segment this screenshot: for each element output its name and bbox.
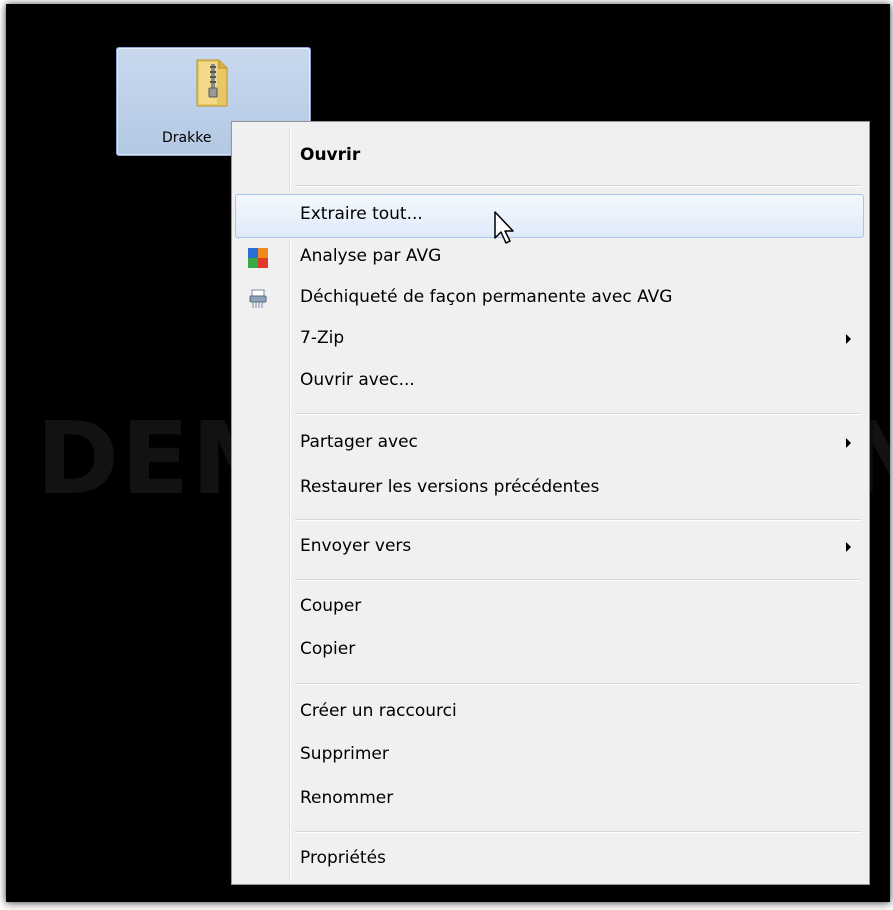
menu-item-extract-all[interactable]: Extraire tout... bbox=[235, 194, 864, 238]
submenu-arrow-icon bbox=[846, 334, 851, 344]
avg-icon bbox=[248, 248, 268, 268]
menu-item-label: Supprimer bbox=[300, 744, 389, 764]
shredder-icon bbox=[249, 289, 267, 308]
menu-separator bbox=[295, 413, 861, 415]
desktop: DEMO VERSION Drakke Ouvrir Extraire tout… bbox=[6, 4, 890, 902]
menu-separator bbox=[295, 831, 861, 833]
menu-item-label: Analyse par AVG bbox=[300, 246, 442, 266]
context-menu: Ouvrir Extraire tout... Analyse par AVG bbox=[231, 121, 870, 885]
menu-item-rename[interactable]: Renommer bbox=[235, 782, 864, 818]
menu-item-label: Ouvrir avec... bbox=[300, 370, 415, 390]
menu-item-avg-shred[interactable]: Déchiqueté de façon permanente avec AVG bbox=[235, 281, 864, 317]
menu-item-label: 7-Zip bbox=[300, 328, 345, 348]
menu-item-open-with[interactable]: Ouvrir avec... bbox=[235, 364, 864, 400]
menu-item-label: Couper bbox=[300, 596, 362, 616]
menu-item-label: Renommer bbox=[300, 788, 394, 808]
mouse-pointer-icon bbox=[494, 211, 514, 244]
zip-folder-icon bbox=[196, 59, 228, 107]
menu-item-label: Propriétés bbox=[300, 848, 386, 868]
menu-separator bbox=[295, 683, 861, 685]
menu-item-label: Partager avec bbox=[300, 432, 418, 452]
submenu-arrow-icon bbox=[846, 438, 851, 448]
menu-item-cut[interactable]: Couper bbox=[235, 590, 864, 626]
menu-item-restore-versions[interactable]: Restaurer les versions précédentes bbox=[235, 471, 864, 507]
menu-item-label: Restaurer les versions précédentes bbox=[300, 477, 600, 497]
menu-item-label: Créer un raccourci bbox=[300, 701, 457, 721]
menu-item-label: Ouvrir bbox=[300, 145, 361, 165]
menu-item-send-to[interactable]: Envoyer vers bbox=[235, 530, 864, 566]
menu-item-label: Envoyer vers bbox=[300, 536, 412, 556]
menu-separator bbox=[295, 579, 861, 581]
menu-item-properties[interactable]: Propriétés bbox=[235, 842, 864, 878]
menu-item-label: Déchiqueté de façon permanente avec AVG bbox=[300, 287, 673, 307]
menu-item-delete[interactable]: Supprimer bbox=[235, 738, 864, 774]
menu-item-copy[interactable]: Copier bbox=[235, 633, 864, 669]
menu-item-7zip[interactable]: 7-Zip bbox=[235, 322, 864, 358]
menu-item-label: Extraire tout... bbox=[300, 204, 423, 224]
menu-item-label: Copier bbox=[300, 639, 356, 659]
menu-separator bbox=[295, 519, 861, 521]
menu-item-share-with[interactable]: Partager avec bbox=[235, 426, 864, 462]
menu-separator bbox=[295, 185, 861, 187]
file-name-label: Drakke bbox=[162, 130, 212, 146]
menu-item-open[interactable]: Ouvrir bbox=[235, 139, 864, 175]
menu-item-create-shortcut[interactable]: Créer un raccourci bbox=[235, 695, 864, 731]
submenu-arrow-icon bbox=[846, 542, 851, 552]
menu-item-avg-scan[interactable]: Analyse par AVG bbox=[235, 240, 864, 276]
